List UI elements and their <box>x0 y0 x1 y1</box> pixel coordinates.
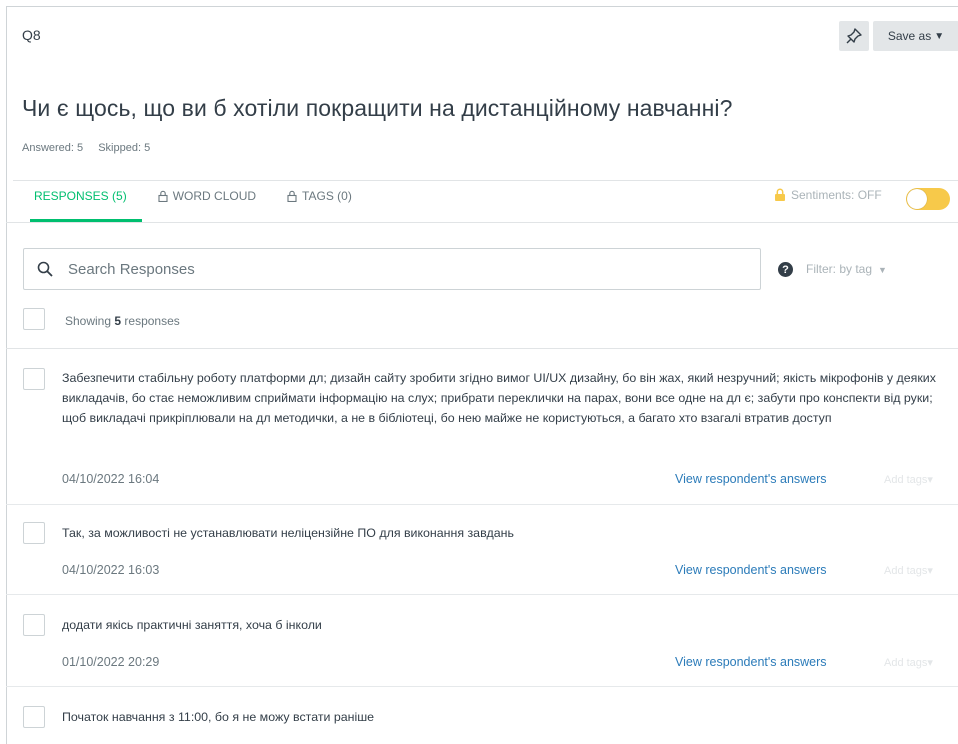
skipped-count: Skipped: 5 <box>98 142 151 154</box>
response-date: 01/10/2022 20:29 <box>62 655 160 669</box>
response-text: Початок навчання з 11:00, бо я не можу в… <box>62 710 375 724</box>
lock-icon <box>287 190 297 202</box>
lock-icon <box>158 190 168 202</box>
add-tags-dropdown[interactable]: Add tags▾ <box>884 564 933 577</box>
view-answers-link[interactable]: View respondent's answers <box>675 563 827 577</box>
tab-responses-label: RESPONSES (5) <box>34 189 127 203</box>
sentiments-toggle[interactable] <box>906 188 950 210</box>
divider <box>6 504 958 505</box>
tab-bar: RESPONSES (5) WORD CLOUD TAGS (0) <box>34 189 382 203</box>
search-icon <box>36 260 54 278</box>
caret-down-icon: ▾ <box>927 474 933 486</box>
filter-dropdown[interactable]: Filter: by tag ▼ <box>806 262 887 276</box>
toggle-knob <box>907 189 927 209</box>
response-checkbox[interactable] <box>23 706 45 728</box>
caret-down-icon: ▾ <box>927 657 933 669</box>
select-all-checkbox[interactable] <box>23 308 45 330</box>
tab-word-cloud[interactable]: WORD CLOUD <box>157 189 256 203</box>
tab-tags[interactable]: TAGS (0) <box>286 189 352 203</box>
question-title: Чи є щось, що ви б хотіли покращити на д… <box>22 95 733 121</box>
save-as-button[interactable]: Save as ▼ <box>873 21 958 51</box>
caret-down-icon: ▼ <box>934 30 945 42</box>
response-checkbox[interactable] <box>23 614 45 636</box>
response-text: Так, за можливості не устанавлювати нелі… <box>62 526 514 540</box>
tab-tags-label: TAGS (0) <box>302 189 352 203</box>
tab-responses[interactable]: RESPONSES (5) <box>34 189 127 203</box>
question-stats: Answered: 5 Skipped: 5 <box>22 142 150 154</box>
help-icon[interactable]: ? <box>778 262 793 277</box>
divider <box>6 222 958 223</box>
caret-down-icon: ▼ <box>878 265 887 275</box>
sentiments-control: Sentiments: OFF <box>773 188 882 202</box>
tab-word-cloud-label: WORD CLOUD <box>172 189 257 203</box>
response-date: 04/10/2022 16:03 <box>62 563 160 577</box>
response-checkbox[interactable] <box>23 368 45 390</box>
search-input[interactable] <box>66 259 720 279</box>
add-tags-label: Add tags <box>884 565 928 577</box>
response-text: додати якісь практичні заняття, хоча б і… <box>62 618 322 632</box>
divider <box>6 686 958 687</box>
divider <box>6 594 958 595</box>
add-tags-label: Add tags <box>884 474 928 486</box>
divider <box>13 180 958 181</box>
pin-button[interactable] <box>839 21 869 51</box>
question-number: Q8 <box>22 27 41 43</box>
sentiments-label: Sentiments: OFF <box>791 188 882 202</box>
response-checkbox[interactable] <box>23 522 45 544</box>
response-text: Забезпечити стабільну роботу платформи д… <box>62 371 936 425</box>
lock-icon <box>775 188 785 201</box>
add-tags-dropdown[interactable]: Add tags▾ <box>884 473 933 486</box>
filter-label: Filter: by tag <box>806 262 873 276</box>
divider <box>6 348 958 349</box>
showing-prefix: Showing <box>65 314 112 328</box>
showing-suffix: responses <box>124 314 180 328</box>
add-tags-label: Add tags <box>884 657 928 669</box>
save-as-label: Save as <box>887 29 932 43</box>
view-answers-link[interactable]: View respondent's answers <box>675 472 827 486</box>
view-answers-link[interactable]: View respondent's answers <box>675 655 827 669</box>
showing-number: 5 <box>114 314 122 328</box>
showing-count: Showing 5 responses <box>65 314 180 328</box>
answered-count: Answered: 5 <box>22 142 84 154</box>
search-box <box>23 248 761 290</box>
add-tags-dropdown[interactable]: Add tags▾ <box>884 656 933 669</box>
caret-down-icon: ▾ <box>927 565 933 577</box>
response-date: 04/10/2022 16:04 <box>62 472 160 486</box>
pin-icon <box>846 28 862 44</box>
